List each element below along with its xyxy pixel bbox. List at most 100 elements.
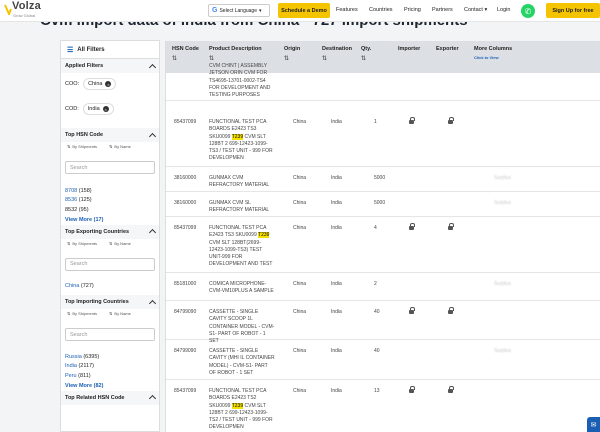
section-top-hsn[interactable]: Top HSN Code bbox=[61, 128, 159, 142]
col-qty[interactable]: Qty. ⇅ bbox=[361, 46, 371, 62]
item-name: 8708 bbox=[65, 187, 78, 194]
lock-icon[interactable] bbox=[448, 117, 454, 125]
search-highlight: T239 bbox=[258, 232, 270, 239]
section-related-hsn[interactable]: Top Related HSN Code bbox=[61, 390, 159, 405]
chevron-down-icon: ▾ bbox=[259, 7, 262, 14]
sort-by-shipments[interactable]: ⇅ By Shipments bbox=[67, 144, 97, 149]
col-origin[interactable]: Origin ⇅ bbox=[284, 46, 300, 62]
sort-icon[interactable]: ⇅ bbox=[361, 55, 371, 62]
filter-chip[interactable]: India × bbox=[82, 103, 114, 115]
table-row[interactable]: 38160000 GUNMAX CVM REFRACTORY MATERIAL Ch… bbox=[166, 167, 600, 192]
col-product-description[interactable]: Product Description ⇅ bbox=[209, 46, 262, 62]
sort-label: By Name bbox=[114, 311, 131, 316]
blurred-preview: Surplus bbox=[494, 281, 511, 287]
lock-icon[interactable] bbox=[409, 223, 415, 231]
list-item[interactable]: 8708 (158) bbox=[61, 186, 159, 196]
search-input[interactable]: Search bbox=[65, 161, 155, 174]
description-cell: CVM CHINT | ASSEMBLY JETSON ORIN CVM FOR… bbox=[209, 63, 275, 99]
sort-icon[interactable]: ⇅ bbox=[284, 55, 300, 62]
sort-by-name[interactable]: ⇅ By Name bbox=[109, 144, 131, 149]
nav-partners[interactable]: Partners bbox=[432, 7, 453, 13]
language-select[interactable]: G Select Language ▾ bbox=[208, 4, 270, 17]
table-row[interactable]: 85181000 COMICA MICROPHONE-CVM-VM10PLUS A… bbox=[166, 273, 600, 301]
sort-icon[interactable]: ⇅ bbox=[172, 55, 199, 62]
destination-cell: India bbox=[331, 281, 342, 287]
view-more-link[interactable]: View More (82) bbox=[61, 381, 159, 391]
table-row[interactable]: 38160000 GUNMAX CVM SL REFRACTORY MATERIA… bbox=[166, 192, 600, 217]
sort-by-shipments[interactable]: ⇅ By Shipments bbox=[67, 241, 97, 246]
col-hsn-code[interactable]: HSN Code ⇅ bbox=[172, 46, 199, 62]
item-name: Russia bbox=[65, 353, 82, 360]
chat-icon[interactable]: ✉ bbox=[587, 417, 600, 432]
list-item[interactable]: 8536 (125) bbox=[61, 196, 159, 206]
description-cell: FUNCTIONAL TEST PCA BOARDS E2423 TS3 SKU… bbox=[209, 119, 275, 163]
view-more-link[interactable]: View More (17) bbox=[61, 215, 159, 225]
hsn-cell: 84799090 bbox=[174, 309, 197, 315]
logo-text: Volza bbox=[12, 0, 41, 12]
hsn-cell: 85437099 bbox=[174, 119, 197, 125]
nav-features[interactable]: Features bbox=[336, 7, 358, 13]
destination-cell: India bbox=[331, 175, 342, 181]
qty-cell: 40 bbox=[374, 348, 380, 354]
nav-login[interactable]: Login bbox=[497, 7, 510, 13]
item-count: (125) bbox=[78, 197, 92, 204]
list-item[interactable]: 8532 (95) bbox=[61, 205, 159, 215]
table-row[interactable]: 84799090 CASSETTE - SINGLE CAVITY (MHI IL… bbox=[166, 340, 600, 380]
list-item[interactable]: Peru (811) bbox=[61, 371, 159, 381]
list-item[interactable]: China (727) bbox=[61, 282, 159, 292]
sort-label: By Shipments bbox=[72, 240, 98, 246]
chevron-up-icon bbox=[148, 394, 157, 403]
more-columns-link[interactable]: Click to View bbox=[474, 55, 512, 60]
close-icon[interactable]: × bbox=[105, 81, 112, 87]
volza-logo[interactable]: Volza Grow Global bbox=[4, 0, 44, 21]
search-input[interactable]: Search bbox=[65, 328, 155, 341]
destination-cell: India bbox=[331, 200, 342, 206]
hsn-cell: 85437099 bbox=[174, 225, 197, 231]
lock-icon[interactable] bbox=[448, 307, 454, 315]
sort-icon[interactable]: ⇅ bbox=[209, 55, 262, 62]
sort-by-name[interactable]: ⇅ By Name bbox=[109, 311, 131, 316]
destination-cell: India bbox=[331, 388, 342, 394]
filter-chip[interactable]: China × bbox=[83, 78, 117, 90]
sort-by-name[interactable]: ⇅ By Name bbox=[109, 241, 131, 246]
qty-cell: 1 bbox=[374, 119, 377, 125]
section-top-exporting[interactable]: Top Exporting Countries bbox=[61, 224, 159, 239]
table-row[interactable]: 85437099 FUNCTIONAL TEST PCA E2423 TS3 SK… bbox=[166, 217, 600, 273]
qty-cell: 5000 bbox=[374, 175, 386, 181]
whatsapp-icon[interactable]: ✆ bbox=[521, 4, 535, 18]
view-more-count: (17) bbox=[93, 216, 104, 223]
lock-icon[interactable] bbox=[409, 117, 415, 125]
table-row[interactable]: CVM CHINT | ASSEMBLY JETSON ORIN CVM FOR… bbox=[166, 63, 600, 101]
sort-icon[interactable]: ⇅ bbox=[322, 55, 352, 62]
signup-button[interactable]: Sign Up for free bbox=[546, 3, 600, 18]
nav-contact[interactable]: Contact ▾ bbox=[464, 7, 487, 13]
table-row[interactable]: 85437099 FUNCTIONAL TEST PCA BOARDS E2423… bbox=[166, 380, 600, 432]
lock-icon[interactable] bbox=[409, 386, 415, 394]
all-filters-button[interactable]: ☰ All Filters bbox=[61, 41, 159, 59]
list-item[interactable]: Russia (6395) bbox=[61, 352, 159, 362]
sort-by-shipments[interactable]: ⇅ By Shipments bbox=[67, 311, 97, 316]
list-item[interactable]: India (2117) bbox=[61, 362, 159, 372]
lock-icon[interactable] bbox=[448, 223, 454, 231]
close-icon[interactable]: × bbox=[102, 106, 109, 112]
origin-cell: China bbox=[293, 119, 307, 125]
section-top-importing[interactable]: Top Importing Countries bbox=[61, 295, 159, 309]
nav-countries[interactable]: Countries bbox=[369, 7, 393, 13]
col-label: HSN Code bbox=[172, 46, 199, 52]
search-highlight: T239 bbox=[231, 402, 244, 409]
description-text: CVM SLT 128BT(2699-12423-1099-TS3) TEST … bbox=[209, 239, 273, 268]
section-title: Top Related HSN Code bbox=[65, 394, 125, 401]
col-label: Origin bbox=[284, 46, 301, 52]
filter-chip-value: India bbox=[87, 106, 100, 112]
applied-filters-header[interactable]: Applied Filters bbox=[61, 59, 159, 73]
applied-filter-cod: COD: India × bbox=[61, 98, 159, 120]
table-row[interactable]: 85437099 FUNCTIONAL TEST PCA BOARDS E2423… bbox=[166, 111, 600, 167]
search-input[interactable]: Search bbox=[65, 257, 155, 271]
description-cell: COMICA MICROPHONE-CVM-VM10PLUS A SAMPLE bbox=[209, 281, 275, 296]
schedule-demo-button[interactable]: Schedule a Demo bbox=[278, 3, 330, 18]
nav-pricing[interactable]: Pricing bbox=[404, 7, 421, 13]
lock-icon[interactable] bbox=[448, 386, 454, 394]
table-row[interactable]: 84799090 CASSETTE - SINGLE CAVITY SCOOP 1… bbox=[166, 301, 600, 344]
lock-icon[interactable] bbox=[409, 307, 415, 315]
col-destination[interactable]: Destination ⇅ bbox=[322, 46, 352, 62]
